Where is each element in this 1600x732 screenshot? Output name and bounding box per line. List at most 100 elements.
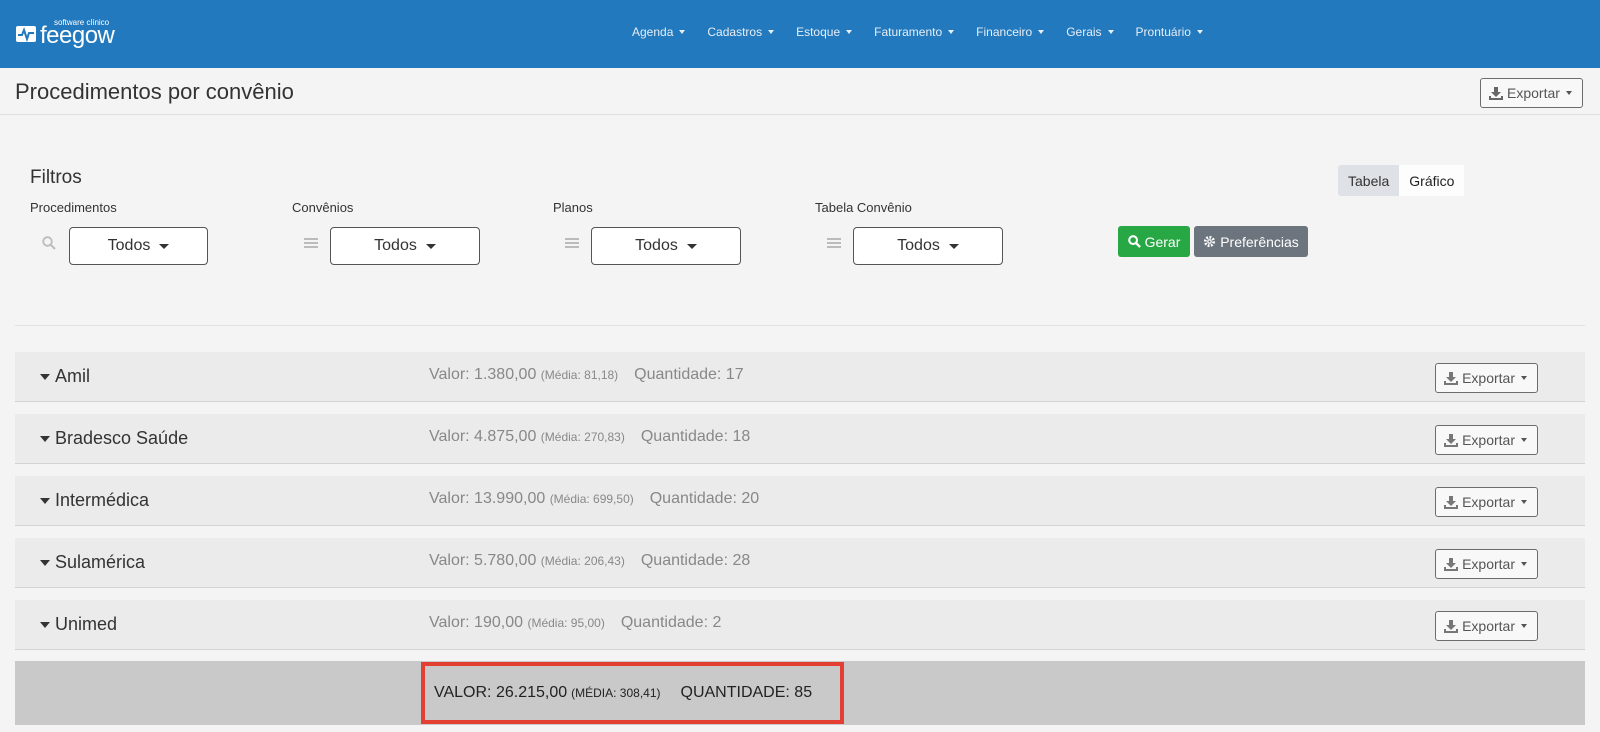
export-label: Exportar (1507, 85, 1560, 101)
gerar-button[interactable]: Gerar (1118, 226, 1190, 257)
search-icon (42, 236, 56, 250)
row-export-button[interactable]: Exportar (1435, 425, 1538, 455)
download-icon (1444, 371, 1459, 385)
convenios-select[interactable]: Todos (330, 227, 480, 265)
procedimentos-select[interactable]: Todos (69, 227, 208, 265)
export-button[interactable]: Exportar (1480, 78, 1583, 108)
caret-down-icon (1521, 376, 1527, 380)
preferencias-button[interactable]: Preferências (1194, 226, 1308, 257)
export-label: Exportar (1462, 556, 1515, 572)
row-name: Amil (55, 366, 90, 386)
caret-down-icon (425, 243, 436, 249)
menu-cadastros[interactable]: Cadastros (707, 25, 775, 39)
caret-down-icon (1565, 91, 1572, 95)
row-toggle[interactable]: Unimed (40, 614, 117, 635)
caret-down-icon (40, 497, 50, 504)
caret-down-icon (1521, 500, 1527, 504)
filter-label-procedimentos: Procedimentos (30, 200, 117, 215)
total-summary: VALOR: 26.215,00 (MÉDIA: 308,41) QUANTID… (421, 662, 844, 724)
select-value: Todos (107, 237, 151, 254)
tabela-convenio-select[interactable]: Todos (853, 227, 1003, 265)
row-quantidade: Quantidade: 2 (620, 614, 722, 631)
caret-down-icon (1521, 438, 1527, 442)
caret-down-icon (948, 30, 955, 34)
menu-financeiro[interactable]: Financeiro (976, 25, 1045, 39)
select-value: Todos (374, 237, 417, 254)
row-media: (Média: 699,50) (549, 492, 634, 506)
row-valor: Valor: 190,00 (429, 614, 523, 631)
menu-agenda[interactable]: Agenda (632, 25, 686, 39)
row-export-button[interactable]: Exportar (1435, 549, 1538, 579)
export-label: Exportar (1462, 370, 1515, 386)
convenio-row-unimed: Unimed Valor: 190,00 (Média: 95,00) Quant… (15, 600, 1585, 650)
logo-icon (16, 26, 36, 42)
row-export-button[interactable]: Exportar (1435, 487, 1538, 517)
filter-label-planos: Planos (553, 200, 593, 215)
row-stats: Valor: 13.990,00 (Média: 699,50) Quantida… (429, 490, 759, 508)
download-icon (1444, 619, 1459, 633)
row-toggle[interactable]: Intermédica (40, 490, 149, 511)
select-value: Todos (897, 237, 940, 254)
menu-prontuario[interactable]: Prontuário (1136, 25, 1203, 39)
select-value: Todos (635, 237, 678, 254)
menu-label: Prontuário (1135, 25, 1191, 39)
caret-down-icon (40, 559, 50, 566)
caret-down-icon (1196, 30, 1203, 34)
row-toggle[interactable]: Sulamérica (40, 552, 145, 573)
row-valor: Valor: 13.990,00 (429, 490, 546, 507)
caret-down-icon (846, 30, 853, 34)
planos-select[interactable]: Todos (591, 227, 741, 265)
export-label: Exportar (1462, 432, 1515, 448)
row-name: Intermédica (55, 490, 150, 510)
convenio-row-amil: Amil Valor: 1.380,00 (Média: 81,18) Quant… (15, 352, 1585, 402)
caret-down-icon (1038, 30, 1045, 34)
row-media: (Média: 95,00) (527, 616, 605, 630)
row-toggle[interactable]: Bradesco Saúde (40, 428, 188, 449)
filter-label-convenios: Convênios (292, 200, 354, 215)
caret-down-icon (159, 243, 170, 249)
caret-down-icon (40, 621, 50, 628)
download-icon (1489, 86, 1503, 100)
row-media: (Média: 206,43) (540, 554, 625, 568)
preferencias-label: Preferências (1220, 233, 1299, 250)
row-quantidade: Quantidade: 17 (634, 366, 744, 383)
caret-down-icon (40, 373, 50, 380)
row-export-button[interactable]: Exportar (1435, 363, 1538, 393)
feegow-logo[interactable]: software clínico feegow (16, 18, 126, 50)
export-label: Exportar (1462, 494, 1515, 510)
caret-down-icon (679, 30, 686, 34)
row-toggle[interactable]: Amil (40, 366, 90, 387)
caret-down-icon (1521, 562, 1527, 566)
download-icon (1444, 495, 1459, 509)
divider (15, 325, 1585, 326)
caret-down-icon (1521, 624, 1527, 628)
download-icon (1444, 433, 1459, 447)
row-stats: Valor: 5.780,00 (Média: 206,43) Quantidad… (429, 552, 750, 570)
toggle-grafico[interactable]: Gráfico (1399, 165, 1465, 196)
menu-estoque[interactable]: Estoque (796, 25, 853, 39)
filter-label-tabela-convenio: Tabela Convênio (815, 200, 912, 215)
menu-faturamento[interactable]: Faturamento (874, 25, 955, 39)
row-quantidade: Quantidade: 18 (640, 428, 751, 445)
row-valor: Valor: 1.380,00 (429, 366, 537, 383)
page-title: Procedimentos por convênio (15, 79, 294, 104)
list-icon (827, 238, 841, 248)
menu-label: Faturamento (874, 25, 943, 39)
row-valor: Valor: 4.875,00 (429, 428, 537, 445)
convenio-row-bradesco: Bradesco Saúde Valor: 4.875,00 (Média: 2… (15, 414, 1585, 464)
menu-label: Agenda (632, 25, 674, 39)
view-toggle: Tabela Gráfico (1338, 165, 1465, 196)
menu-label: Gerais (1066, 25, 1102, 39)
gear-icon (1204, 235, 1216, 248)
list-icon (304, 238, 318, 248)
top-navbar: software clínico feegow Agenda Cadastros… (0, 0, 1600, 68)
convenio-row-sulamerica: Sulamérica Valor: 5.780,00 (Média: 206,4… (15, 538, 1585, 588)
menu-gerais[interactable]: Gerais (1066, 25, 1114, 39)
download-icon (1444, 557, 1459, 571)
row-media: (Média: 81,18) (540, 368, 619, 382)
row-export-button[interactable]: Exportar (1435, 611, 1538, 641)
gerar-label: Gerar (1144, 233, 1181, 250)
caret-down-icon (948, 243, 959, 249)
toggle-tabela[interactable]: Tabela (1338, 165, 1400, 196)
row-valor: Valor: 5.780,00 (429, 552, 537, 569)
